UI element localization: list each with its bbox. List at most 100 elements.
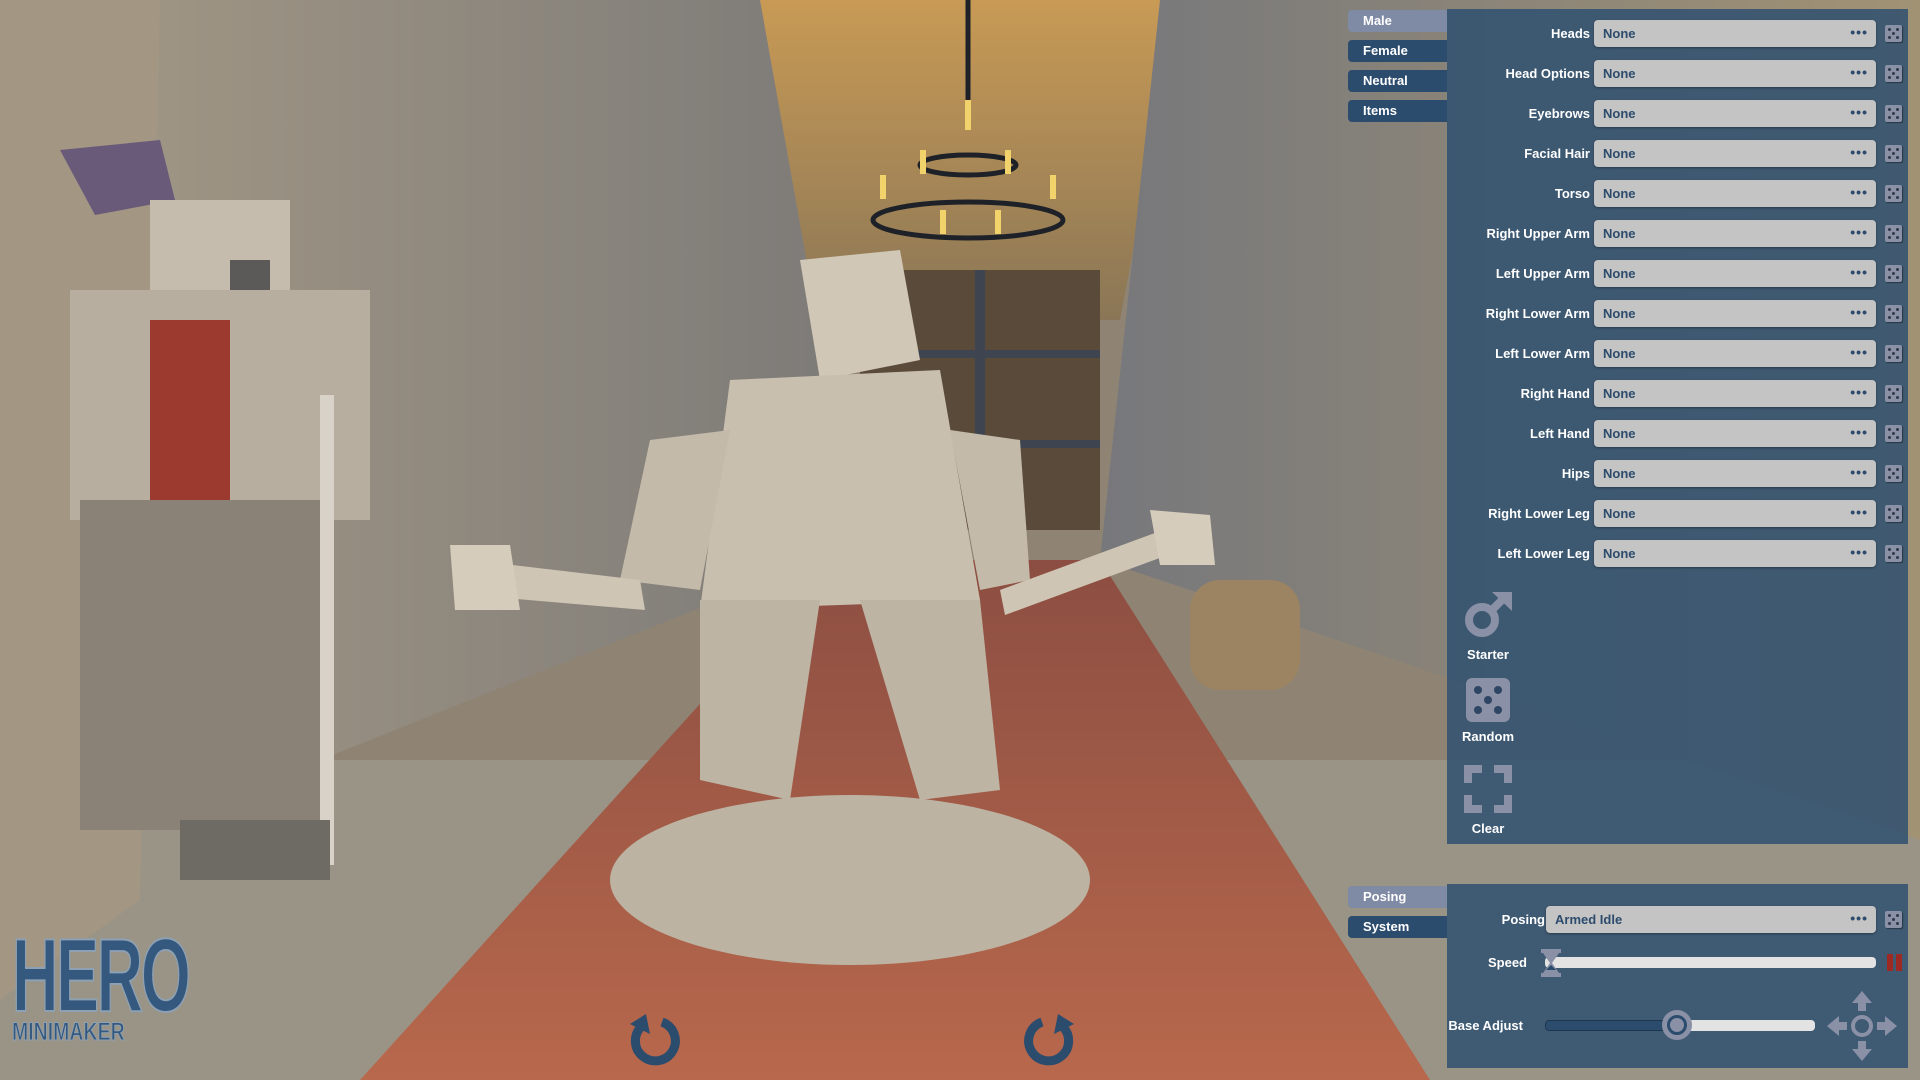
tab-posing[interactable]: Posing	[1348, 886, 1447, 908]
part-label: Hips	[1561, 466, 1590, 481]
random-pose-dice-icon[interactable]	[1885, 911, 1902, 928]
part-label: Left Hand	[1530, 426, 1590, 441]
part-value: None	[1603, 546, 1636, 561]
rotate-right-button[interactable]	[1022, 1012, 1076, 1066]
heads-dropdown[interactable]: None •••	[1594, 20, 1876, 47]
part-value: None	[1603, 146, 1636, 161]
part-row-heads: Heads None •••	[1447, 20, 1908, 47]
more-options-icon[interactable]: •••	[1850, 340, 1868, 367]
tab-male[interactable]: Male	[1348, 10, 1447, 32]
eyebrows-dropdown[interactable]: None •••	[1594, 100, 1876, 127]
part-label: Heads	[1550, 26, 1590, 41]
move-arrows-icon[interactable]	[1827, 991, 1897, 1061]
part-row-right-hand: Right Hand None •••	[1447, 380, 1908, 407]
more-options-icon[interactable]: •••	[1850, 20, 1868, 47]
facial-hair-dropdown[interactable]: None •••	[1594, 140, 1876, 167]
randomize-right-hand-dice-icon[interactable]	[1885, 385, 1902, 402]
more-options-icon[interactable]: •••	[1850, 380, 1868, 407]
part-row-head-options: Head Options None •••	[1447, 60, 1908, 87]
starter-label: Starter	[1467, 647, 1509, 662]
torso-dropdown[interactable]: None •••	[1594, 180, 1876, 207]
left-upper-arm-dropdown[interactable]: None •••	[1594, 260, 1876, 287]
randomize-head-options-dice-icon[interactable]	[1885, 65, 1902, 82]
left-lower-arm-dropdown[interactable]: None •••	[1594, 340, 1876, 367]
hourglass-icon[interactable]	[1541, 949, 1561, 977]
more-options-icon[interactable]: •••	[1850, 140, 1868, 167]
base-adjust-handle[interactable]	[1662, 1010, 1693, 1040]
left-lower-leg-dropdown[interactable]: None •••	[1594, 540, 1876, 567]
randomize-right-lower-arm-dice-icon[interactable]	[1885, 305, 1902, 322]
part-label: Left Lower Leg	[1497, 546, 1590, 561]
more-options-icon[interactable]: •••	[1850, 220, 1868, 247]
hips-dropdown[interactable]: None •••	[1594, 460, 1876, 487]
part-value: None	[1603, 266, 1636, 281]
tab-neutral[interactable]: Neutral	[1348, 70, 1447, 92]
part-row-left-lower-arm: Left Lower Arm None •••	[1447, 340, 1908, 367]
part-label: Torso	[1554, 186, 1590, 201]
posing-label: Posing	[1501, 912, 1545, 927]
randomize-right-lower-leg-dice-icon[interactable]	[1885, 505, 1902, 522]
randomize-heads-dice-icon[interactable]	[1885, 25, 1902, 42]
part-value: None	[1603, 466, 1636, 481]
part-value: None	[1603, 386, 1636, 401]
part-value: None	[1603, 66, 1636, 81]
part-label: Head Options	[1505, 66, 1590, 81]
part-label: Left Upper Arm	[1495, 266, 1590, 281]
right-lower-leg-dropdown[interactable]: None •••	[1594, 500, 1876, 527]
speed-slider[interactable]	[1545, 957, 1876, 968]
right-upper-arm-dropdown[interactable]: None •••	[1594, 220, 1876, 247]
more-options-icon[interactable]: •••	[1850, 500, 1868, 527]
base-adjust-fill	[1545, 1020, 1678, 1031]
pause-icon[interactable]	[1887, 954, 1903, 971]
randomize-left-hand-dice-icon[interactable]	[1885, 425, 1902, 442]
base-adjust-label: Base Adjust	[1448, 1018, 1523, 1033]
more-options-icon[interactable]: •••	[1850, 180, 1868, 207]
randomize-left-upper-arm-dice-icon[interactable]	[1885, 265, 1902, 282]
part-row-torso: Torso None •••	[1447, 180, 1908, 207]
part-label: Right Lower Arm	[1485, 306, 1590, 321]
tab-female[interactable]: Female	[1348, 40, 1447, 62]
part-row-right-lower-arm: Right Lower Arm None •••	[1447, 300, 1908, 327]
part-value: None	[1603, 26, 1636, 41]
tab-system[interactable]: System	[1348, 916, 1447, 938]
part-row-hips: Hips None •••	[1447, 460, 1908, 487]
more-options-icon[interactable]: •••	[1850, 540, 1868, 567]
part-label: Right Hand	[1520, 386, 1590, 401]
logo-hero-text: HERO	[11, 918, 191, 1034]
part-row-left-lower-leg: Left Lower Leg None •••	[1447, 540, 1908, 567]
more-options-icon[interactable]: •••	[1850, 460, 1868, 487]
posing-row: Posing Armed Idle •••	[1447, 906, 1908, 933]
part-value: None	[1603, 346, 1636, 361]
part-row-right-upper-arm: Right Upper Arm None •••	[1447, 220, 1908, 247]
rotate-left-button[interactable]	[628, 1012, 682, 1066]
randomize-left-lower-arm-dice-icon[interactable]	[1885, 345, 1902, 362]
more-options-icon[interactable]: •••	[1850, 60, 1868, 87]
randomize-right-upper-arm-dice-icon[interactable]	[1885, 225, 1902, 242]
part-value: None	[1603, 226, 1636, 241]
randomize-eyebrows-dice-icon[interactable]	[1885, 105, 1902, 122]
more-options-icon[interactable]: •••	[1850, 420, 1868, 447]
tab-items[interactable]: Items	[1348, 100, 1447, 122]
more-options-icon[interactable]: •••	[1850, 100, 1868, 127]
part-value: None	[1603, 506, 1636, 521]
posing-dropdown[interactable]: Armed Idle •••	[1546, 906, 1876, 933]
logo-minimaker-text: MINIMAKER	[12, 1018, 125, 1047]
clear-label: Clear	[1471, 821, 1505, 836]
more-options-icon[interactable]: •••	[1850, 260, 1868, 287]
random-button[interactable]: Random	[1453, 677, 1523, 744]
right-hand-dropdown[interactable]: None •••	[1594, 380, 1876, 407]
right-lower-arm-dropdown[interactable]: None •••	[1594, 300, 1876, 327]
part-row-left-upper-arm: Left Upper Arm None •••	[1447, 260, 1908, 287]
randomize-facial-hair-dice-icon[interactable]	[1885, 145, 1902, 162]
randomize-left-lower-leg-dice-icon[interactable]	[1885, 545, 1902, 562]
left-hand-dropdown[interactable]: None •••	[1594, 420, 1876, 447]
randomize-hips-dice-icon[interactable]	[1885, 465, 1902, 482]
more-options-icon[interactable]: •••	[1850, 906, 1868, 933]
clear-button[interactable]: Clear	[1453, 763, 1523, 836]
head-options-dropdown[interactable]: None •••	[1594, 60, 1876, 87]
randomize-torso-dice-icon[interactable]	[1885, 185, 1902, 202]
speed-label: Speed	[1487, 955, 1527, 970]
starter-button[interactable]: Starter	[1453, 589, 1523, 662]
more-options-icon[interactable]: •••	[1850, 300, 1868, 327]
part-row-right-lower-leg: Right Lower Leg None •••	[1447, 500, 1908, 527]
